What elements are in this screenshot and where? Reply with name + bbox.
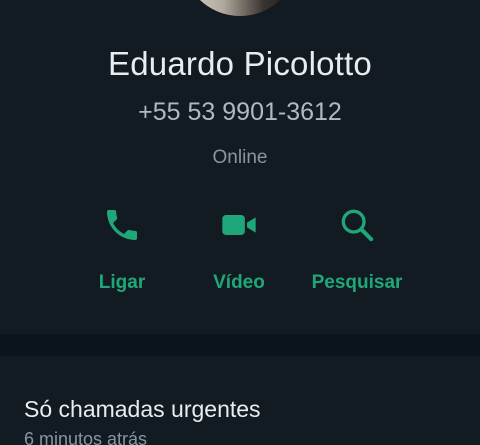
avatar-photo: [182, 0, 298, 16]
about-text: Só chamadas urgentes: [24, 396, 261, 422]
video-label: Vídeo: [213, 272, 265, 293]
profile-card: Eduardo Picolotto +55 53 9901-3612 Onlin…: [0, 0, 480, 334]
contact-phone: +55 53 9901-3612: [138, 98, 342, 126]
call-label: Ligar: [98, 272, 146, 293]
contact-name: Eduardo Picolotto: [108, 45, 372, 82]
about-timestamp: 6 minutos atrás: [24, 429, 148, 445]
search-button[interactable]: Pesquisar: [292, 205, 422, 305]
contact-info-screen: Eduardo Picolotto +55 53 9901-3612 Onlin…: [0, 0, 480, 445]
video-button[interactable]: Vídeo: [174, 205, 304, 305]
search-icon: [337, 205, 377, 245]
search-label: Pesquisar: [311, 272, 403, 293]
avatar[interactable]: [182, 0, 298, 16]
phone-icon: [102, 205, 142, 245]
call-button[interactable]: Ligar: [57, 205, 187, 305]
about-section[interactable]: Só chamadas urgentes 6 minutos atrás: [0, 356, 480, 445]
video-camera-icon: [219, 205, 259, 245]
contact-status: Online: [212, 147, 268, 168]
